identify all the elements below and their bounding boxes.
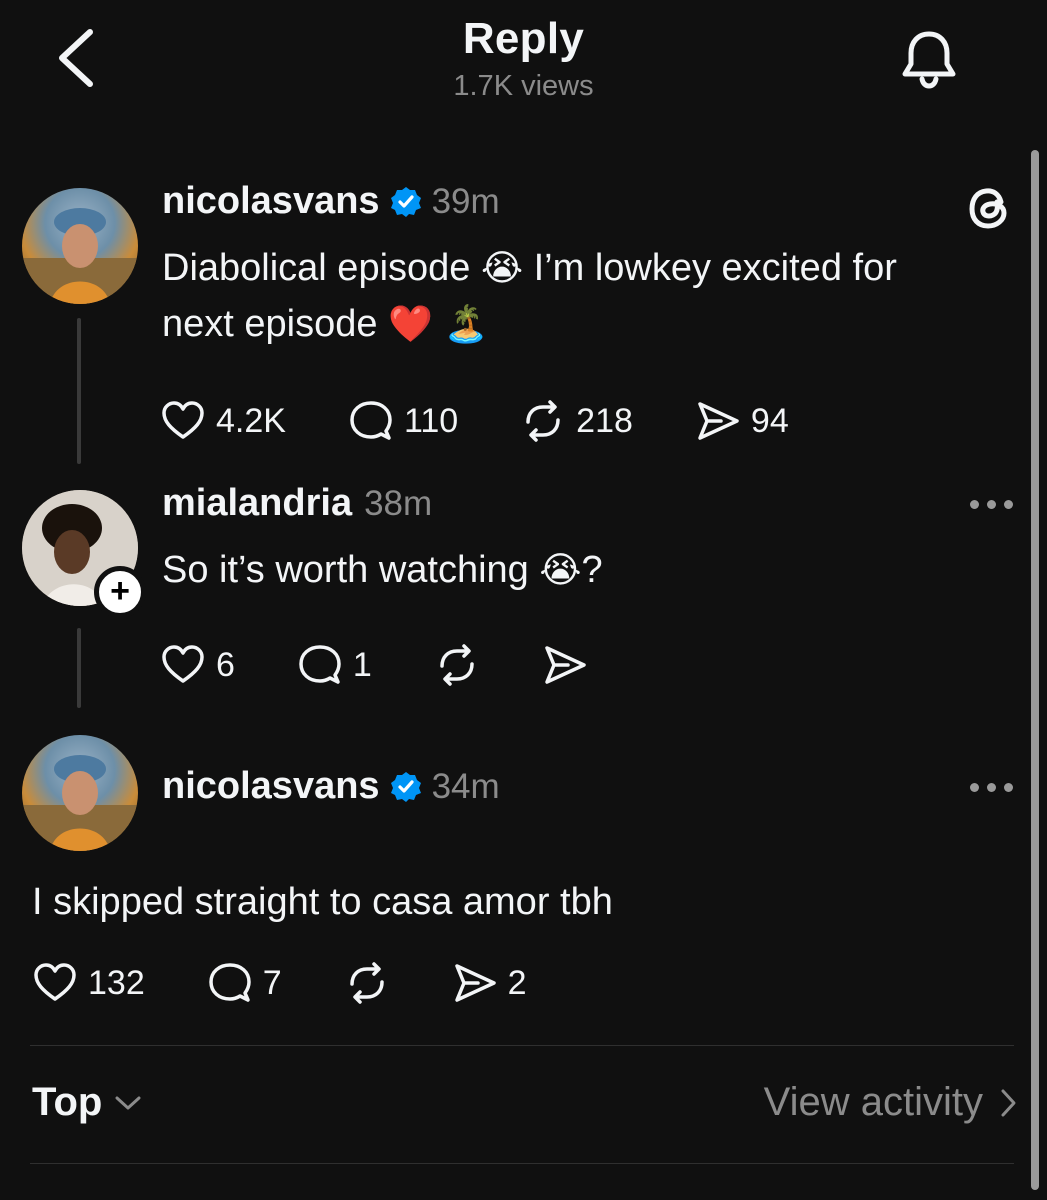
post-actions: 4.2K 110 218 94 bbox=[160, 398, 789, 444]
share-button[interactable]: 2 bbox=[452, 960, 527, 1006]
more-icon bbox=[970, 783, 1014, 795]
reply-button[interactable]: 1 bbox=[297, 642, 372, 688]
bell-icon bbox=[902, 31, 956, 89]
heart-icon bbox=[162, 401, 204, 439]
like-count: 132 bbox=[88, 963, 145, 1002]
verified-badge-icon bbox=[390, 186, 421, 217]
share-button[interactable] bbox=[542, 642, 588, 688]
send-icon bbox=[454, 964, 496, 1002]
more-options-button[interactable] bbox=[970, 500, 1014, 512]
more-icon bbox=[970, 500, 1014, 512]
divider bbox=[30, 1045, 1014, 1046]
reply-count: 110 bbox=[403, 401, 459, 440]
post-actions: 6 1 bbox=[160, 642, 588, 688]
repost-button[interactable] bbox=[434, 642, 480, 688]
post-header: nicolasvans 39m bbox=[162, 180, 500, 223]
sort-dropdown[interactable]: Top bbox=[32, 1080, 142, 1125]
chevron-right-icon bbox=[1001, 1089, 1016, 1116]
post-header: nicolasvans 34m bbox=[162, 765, 500, 808]
post-text: Diabolical episode 😭 I’m lowkey excited … bbox=[162, 247, 897, 345]
page-title: Reply bbox=[462, 14, 585, 63]
divider bbox=[30, 1163, 1014, 1164]
comment-icon bbox=[299, 645, 341, 684]
share-count: 94 bbox=[750, 401, 789, 440]
view-activity-link[interactable]: View activity bbox=[764, 1080, 1017, 1125]
repost-icon bbox=[349, 962, 384, 1004]
reply-count: 7 bbox=[262, 963, 282, 1002]
post-time: 34m bbox=[431, 766, 500, 806]
post-text: So it’s worth watching 😭? bbox=[162, 549, 603, 591]
avatar-image bbox=[22, 755, 138, 851]
emoji: 🏝️ bbox=[443, 303, 489, 344]
repost-button[interactable] bbox=[344, 960, 390, 1006]
scrollbar[interactable] bbox=[1031, 150, 1039, 1190]
repost-icon bbox=[526, 400, 560, 442]
post-actions: 132 7 2 bbox=[32, 960, 527, 1006]
post-text: I skipped straight to casa amor tbh bbox=[32, 881, 613, 923]
thread-line bbox=[77, 628, 81, 708]
post-header: mialandria 38m bbox=[162, 482, 432, 525]
post-time: 38m bbox=[364, 483, 433, 523]
reply-button[interactable]: 7 bbox=[207, 960, 282, 1006]
repost-icon bbox=[440, 644, 474, 686]
avatar-image bbox=[22, 208, 138, 304]
repost-count: 218 bbox=[576, 401, 633, 440]
like-count: 6 bbox=[216, 645, 235, 684]
emoji: 😭 bbox=[539, 549, 582, 590]
like-count: 4.2K bbox=[216, 401, 286, 440]
view-activity-label: View activity bbox=[763, 1080, 983, 1124]
thread-line bbox=[77, 318, 81, 464]
heart-icon bbox=[162, 645, 204, 683]
chevron-down-icon bbox=[115, 1096, 141, 1109]
threads-logo[interactable] bbox=[966, 184, 1014, 232]
verified-badge-icon bbox=[390, 771, 421, 802]
send-icon bbox=[698, 402, 739, 440]
emoji: 😭 bbox=[480, 247, 524, 288]
username[interactable]: nicolasvans bbox=[162, 180, 380, 223]
avatar[interactable] bbox=[22, 188, 138, 304]
notifications-button[interactable] bbox=[898, 26, 960, 90]
more-options-button[interactable] bbox=[970, 783, 1014, 795]
like-button[interactable]: 132 bbox=[32, 960, 145, 1006]
threads-icon bbox=[969, 188, 1007, 229]
view-count: 1.7K views bbox=[453, 70, 594, 102]
share-count: 2 bbox=[507, 963, 527, 1002]
post-time: 39m bbox=[431, 181, 500, 221]
follow-plus-button[interactable]: + bbox=[94, 566, 146, 618]
avatar[interactable] bbox=[22, 735, 138, 851]
comment-icon bbox=[208, 963, 251, 1002]
username[interactable]: mialandria bbox=[162, 482, 352, 525]
sort-label: Top bbox=[32, 1080, 103, 1124]
send-icon bbox=[545, 646, 586, 684]
share-button[interactable]: 94 bbox=[695, 398, 789, 444]
username[interactable]: nicolasvans bbox=[162, 765, 380, 808]
heart-icon bbox=[34, 963, 76, 1001]
emoji: ❤️ bbox=[388, 303, 433, 344]
like-button[interactable]: 6 bbox=[160, 642, 235, 688]
repost-button[interactable]: 218 bbox=[520, 398, 633, 444]
like-button[interactable]: 4.2K bbox=[160, 398, 286, 444]
comment-icon bbox=[350, 401, 392, 440]
reply-count: 1 bbox=[352, 645, 372, 684]
reply-button[interactable]: 110 bbox=[348, 398, 458, 444]
